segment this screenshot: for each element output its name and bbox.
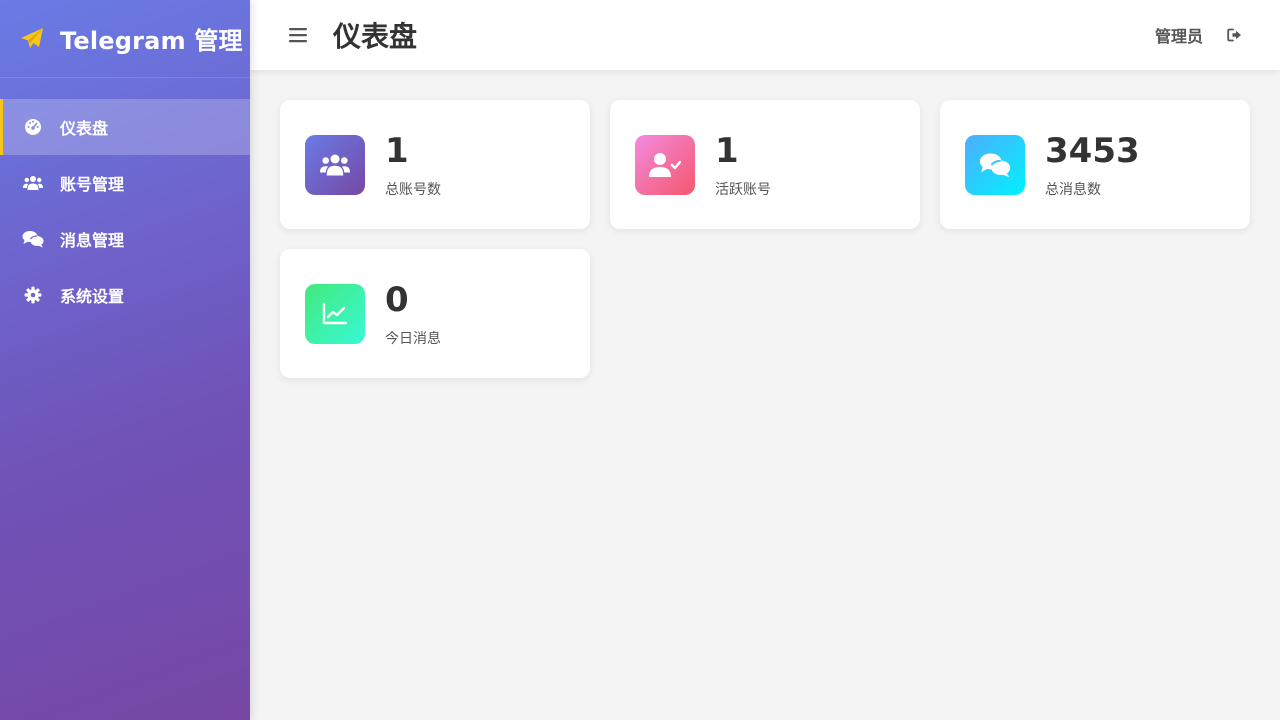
paper-plane-icon [19,26,45,52]
sidebar-nav: 仪表盘 账号管理 消息管理 系统设置 [0,99,250,323]
sidebar-item-messages[interactable]: 消息管理 [0,211,250,267]
sidebar-item-settings[interactable]: 系统设置 [0,267,250,323]
user-name[interactable]: 管理员 [1155,23,1203,47]
sidebar-item-accounts[interactable]: 账号管理 [0,155,250,211]
stat-value: 1 [715,130,739,171]
stat-value: 0 [385,279,409,320]
comments-icon [22,228,44,250]
sidebar-item-dashboard[interactable]: 仪表盘 [0,99,250,155]
menu-icon[interactable] [286,23,310,47]
logout-icon[interactable] [1225,26,1243,44]
sidebar-item-label: 仪表盘 [60,119,109,138]
brand-title: Telegram 管理 [60,27,243,55]
gear-icon [22,284,44,306]
dashboard-content: 1 总账号数 1 活跃账号 3453 总消息数 0 今日消息 [280,100,1250,378]
dashboard-icon [22,116,44,138]
topbar: 仪表盘 管理员 [250,0,1280,70]
stats-grid: 1 总账号数 1 活跃账号 3453 总消息数 0 今日消息 [280,100,1250,378]
stat-label: 总账号数 [385,181,441,198]
user-area: 管理员 [1155,23,1243,47]
stat-label: 今日消息 [385,330,441,347]
stat-label: 活跃账号 [715,181,771,198]
stat-card-total-messages[interactable]: 3453 总消息数 [940,100,1250,229]
sidebar-item-label: 账号管理 [60,175,125,194]
comments-icon [965,134,1025,195]
sidebar-item-label: 系统设置 [60,287,125,306]
chart-line-icon [305,283,365,344]
stat-card-today-messages[interactable]: 0 今日消息 [280,249,590,378]
sidebar: Telegram 管理 仪表盘 账号管理 消息管理 系统设置 [0,0,250,720]
stat-label: 总消息数 [1045,181,1101,198]
stat-value: 1 [385,130,409,171]
users-icon [305,134,365,195]
user-check-icon [635,134,695,195]
users-icon [22,172,44,194]
sidebar-item-label: 消息管理 [60,231,125,250]
stat-value: 3453 [1045,130,1140,171]
stat-card-active-accounts[interactable]: 1 活跃账号 [610,100,920,229]
stat-card-total-accounts[interactable]: 1 总账号数 [280,100,590,229]
brand[interactable]: Telegram 管理 [0,0,250,78]
page-title: 仪表盘 [333,20,418,53]
